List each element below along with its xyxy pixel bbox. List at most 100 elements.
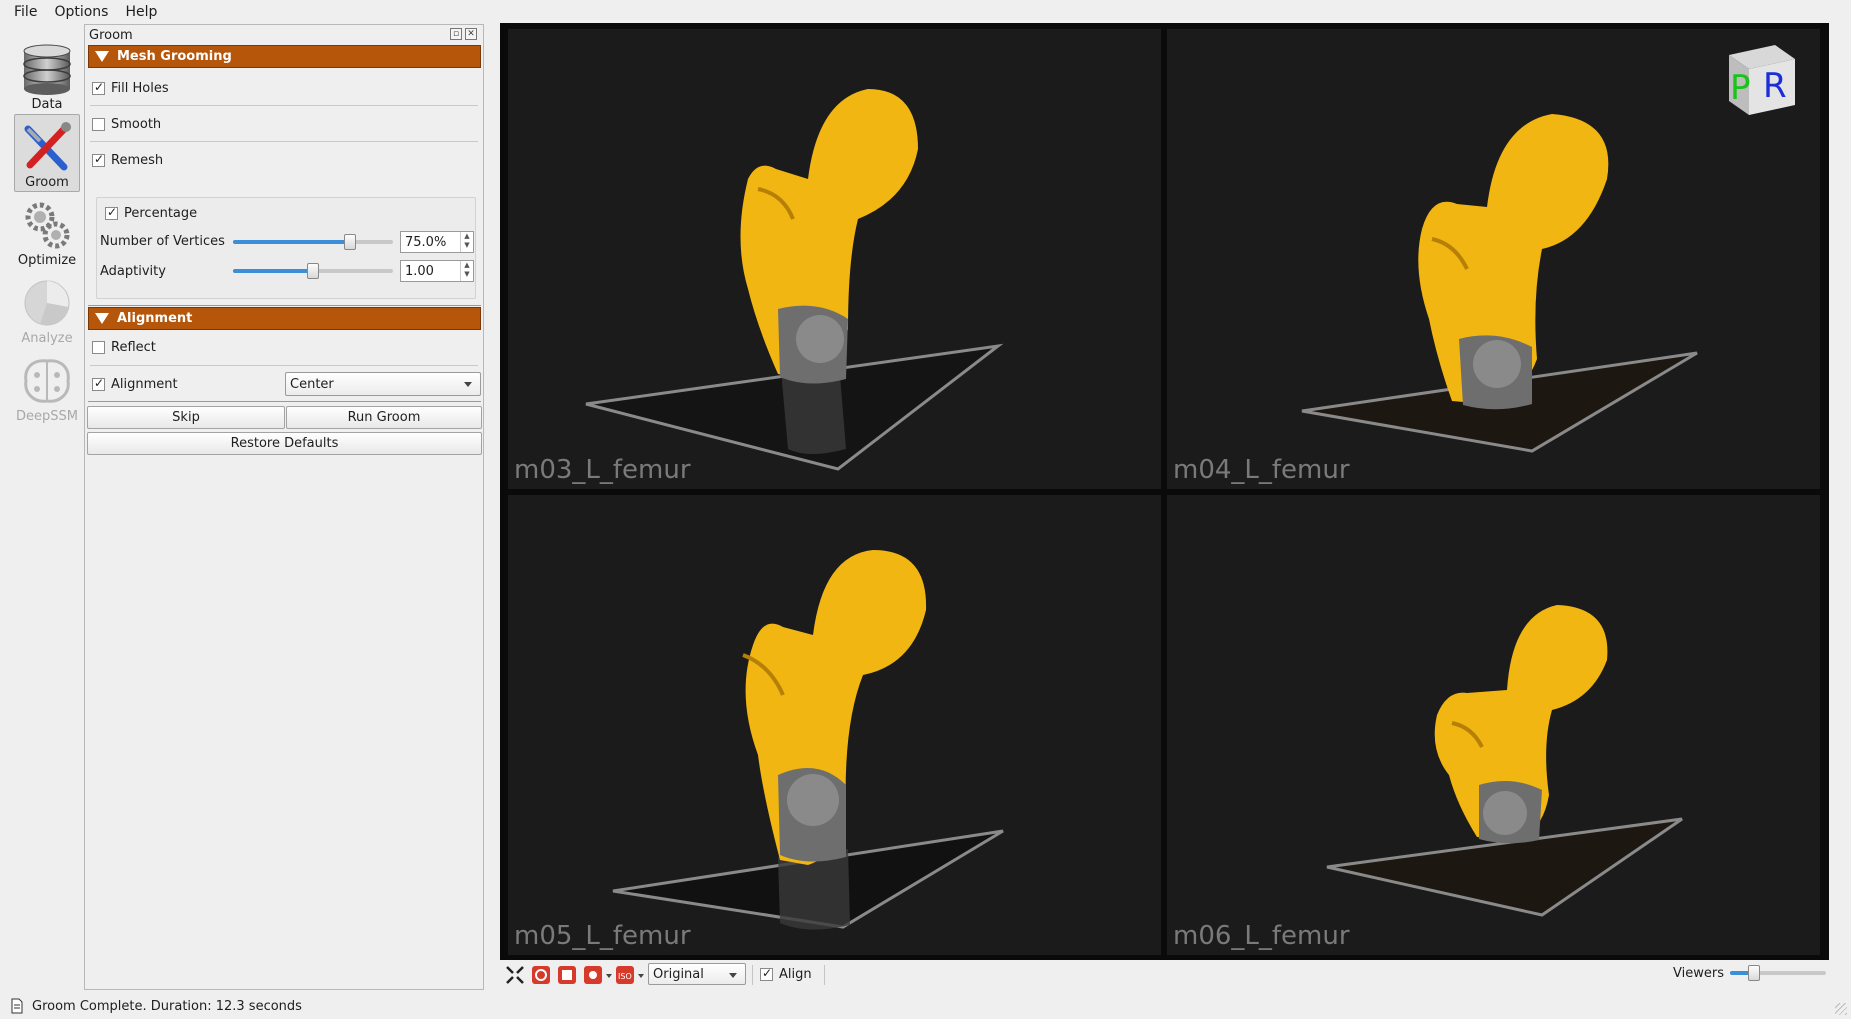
tool-analyze[interactable]: Analyze [14, 270, 80, 348]
checkbox-label: Smooth [111, 117, 162, 132]
slider-fill [233, 240, 350, 244]
spin-arrows-icon[interactable]: ▲ ▼ [460, 261, 473, 281]
groom-tools-icon [24, 122, 71, 171]
tool-groom[interactable]: Groom [14, 114, 80, 192]
reflect-checkbox[interactable]: Reflect [92, 340, 156, 355]
status-text: Groom Complete. Duration: 12.3 seconds [32, 998, 302, 1014]
viewport-m06[interactable]: m06_L_femur [1167, 495, 1820, 955]
divider [90, 365, 478, 366]
chevron-down-icon[interactable] [638, 974, 644, 978]
checkbox-label: Reflect [111, 340, 156, 355]
menu-bar: File Options Help [0, 0, 1851, 24]
checkbox-label: Remesh [111, 153, 164, 168]
display-mode-dropdown[interactable]: Original [648, 963, 746, 985]
log-icon[interactable] [10, 998, 24, 1014]
number-of-vertices-spinbox[interactable]: 75.0% ▲ ▼ [400, 231, 474, 253]
dropdown-value: Center [290, 376, 334, 392]
checkbox[interactable] [92, 80, 105, 95]
alignment-header[interactable]: Alignment [88, 307, 481, 330]
adaptivity-slider[interactable] [233, 261, 393, 281]
skip-button[interactable]: Skip [87, 406, 285, 429]
surface-view-icon[interactable] [556, 964, 578, 986]
tool-label: Optimize [17, 253, 77, 268]
adaptivity-spinbox[interactable]: 1.00 ▲ ▼ [400, 260, 474, 282]
checkbox[interactable] [92, 152, 105, 167]
viewer-toolbar: ISO Original Align Viewers [500, 962, 1851, 988]
tool-label: Analyze [21, 331, 73, 346]
viewers-slider[interactable] [1730, 963, 1826, 983]
checkbox[interactable] [92, 341, 105, 354]
slider-handle[interactable] [343, 234, 356, 250]
orientation-cube-icon: P R [1729, 45, 1795, 115]
viewport-m04[interactable]: P R m04_L_femur [1167, 29, 1820, 489]
groom-panel: Groom ▫ ✕ Mesh Grooming Fill Holes Smoot… [84, 24, 484, 990]
section-title: Mesh Grooming [117, 49, 232, 64]
run-groom-button[interactable]: Run Groom [286, 406, 482, 429]
remesh-checkbox[interactable]: Remesh [92, 152, 164, 168]
section-title: Alignment [117, 311, 193, 326]
tool-label: Groom [25, 175, 69, 190]
chevron-down-icon [729, 973, 737, 978]
collapse-triangle-icon [95, 313, 109, 324]
menu-options[interactable]: Options [46, 0, 117, 24]
spinbox-value: 1.00 [405, 263, 434, 279]
slider-handle[interactable] [307, 263, 319, 279]
spinbox-value: 75.0% [405, 234, 447, 250]
tool-deepssm[interactable]: DeepSSM [14, 348, 80, 426]
alignment-method-dropdown[interactable]: Center [285, 372, 481, 396]
femur-render [585, 89, 1004, 471]
divider [88, 401, 481, 402]
panel-title: Groom [89, 27, 133, 43]
tool-data[interactable]: Data [14, 36, 80, 114]
viewer-area[interactable]: m03_L_femur P R m04_L_femur m05_L_femur … [500, 23, 1829, 960]
divider [752, 965, 753, 985]
viewport-label: m03_L_femur [514, 455, 691, 485]
slider-fill [233, 269, 313, 273]
divider [90, 105, 478, 106]
checkbox-label: Fill Holes [111, 81, 169, 96]
smooth-checkbox[interactable]: Smooth [92, 117, 161, 132]
spin-arrows-icon[interactable]: ▲ ▼ [460, 232, 473, 252]
number-of-vertices-slider[interactable] [233, 232, 393, 252]
divider [824, 965, 825, 985]
menu-help[interactable]: Help [117, 0, 166, 24]
float-icon[interactable]: ▫ [450, 28, 462, 40]
viewport-label: m04_L_femur [1173, 455, 1350, 485]
reset-camera-icon[interactable] [530, 964, 552, 986]
checkbox[interactable] [92, 118, 105, 131]
mesh-grooming-header[interactable]: Mesh Grooming [88, 45, 481, 68]
tool-optimize[interactable]: Optimize [14, 192, 80, 270]
iso-surface-icon[interactable]: ISO [614, 964, 636, 986]
tool-bar: Data Groom Optimize Analyze DeepSSM [6, 26, 90, 986]
alignment-checkbox[interactable]: Alignment [92, 376, 178, 392]
status-bar: Groom Complete. Duration: 12.3 seconds [0, 993, 1851, 1019]
remesh-options-group: Percentage Number of Vertices 75.0% ▲▼ A… [96, 197, 476, 299]
restore-defaults-button[interactable]: Restore Defaults [87, 432, 482, 455]
checkbox-label: Percentage [124, 206, 198, 221]
tool-label: DeepSSM [16, 409, 78, 424]
chevron-down-icon[interactable] [606, 974, 612, 978]
align-checkbox[interactable]: Align [760, 966, 812, 982]
resize-grip[interactable] [1835, 1003, 1847, 1015]
viewport-m05[interactable]: m05_L_femur [508, 495, 1161, 955]
percentage-checkbox[interactable]: Percentage [105, 205, 198, 221]
collapse-triangle-icon [95, 51, 109, 62]
glyph-view-icon[interactable] [582, 964, 604, 986]
gears-icon [25, 202, 70, 249]
checkbox[interactable] [105, 205, 118, 220]
menu-file[interactable]: File [6, 0, 46, 24]
cube-r: R [1763, 66, 1787, 106]
femur-render [1326, 605, 1683, 917]
checkbox[interactable] [760, 966, 773, 981]
fit-view-icon[interactable] [504, 964, 526, 986]
femur-render [612, 550, 1004, 930]
slider-handle[interactable] [1748, 965, 1760, 981]
viewport-m03[interactable]: m03_L_femur [508, 29, 1161, 489]
adaptivity-label: Adaptivity [100, 264, 166, 279]
fill-holes-checkbox[interactable]: Fill Holes [92, 80, 169, 96]
checkbox[interactable] [92, 376, 105, 391]
close-icon[interactable]: ✕ [465, 28, 477, 40]
viewport-label: m06_L_femur [1173, 921, 1350, 951]
cube-p: P [1730, 68, 1751, 108]
dropdown-value: Original [653, 966, 704, 982]
